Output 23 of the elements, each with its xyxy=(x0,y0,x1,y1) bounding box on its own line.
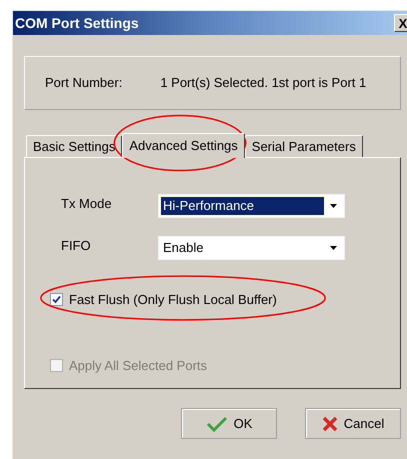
field-label: Tx Mode xyxy=(61,195,113,213)
checkbox-label: Apply All Selected Ports xyxy=(69,356,208,375)
ok-button[interactable]: OK xyxy=(181,408,277,439)
checkbox-label: Fast Flush (Only Flush Local Buffer) xyxy=(69,291,277,309)
dropdown[interactable]: Hi-Performance xyxy=(158,194,345,218)
cancel-button[interactable]: Cancel xyxy=(305,408,401,439)
checkmark-icon xyxy=(206,416,228,432)
dropdown-value: Enable xyxy=(162,239,204,257)
tab[interactable]: Serial Parameters xyxy=(244,135,363,157)
close-button[interactable]: X xyxy=(394,14,407,32)
dropdown-value: Hi-Performance xyxy=(161,197,324,215)
checkbox[interactable] xyxy=(50,293,63,306)
dropdown[interactable]: Enable xyxy=(158,236,345,260)
tab[interactable]: Advanced Settings xyxy=(122,133,245,158)
caret-icon xyxy=(330,246,336,250)
field-label: FIFO xyxy=(61,237,92,255)
port-number-label: Port Number: xyxy=(45,74,122,92)
window-title: COM Port Settings xyxy=(15,14,139,33)
cross-icon xyxy=(322,416,338,432)
checkmark-icon xyxy=(52,295,61,304)
tab[interactable]: Basic Settings xyxy=(26,135,122,157)
caret-icon xyxy=(330,204,336,208)
port-number-value: 1 Port(s) Selected. 1st port is Port 1 xyxy=(160,74,366,92)
